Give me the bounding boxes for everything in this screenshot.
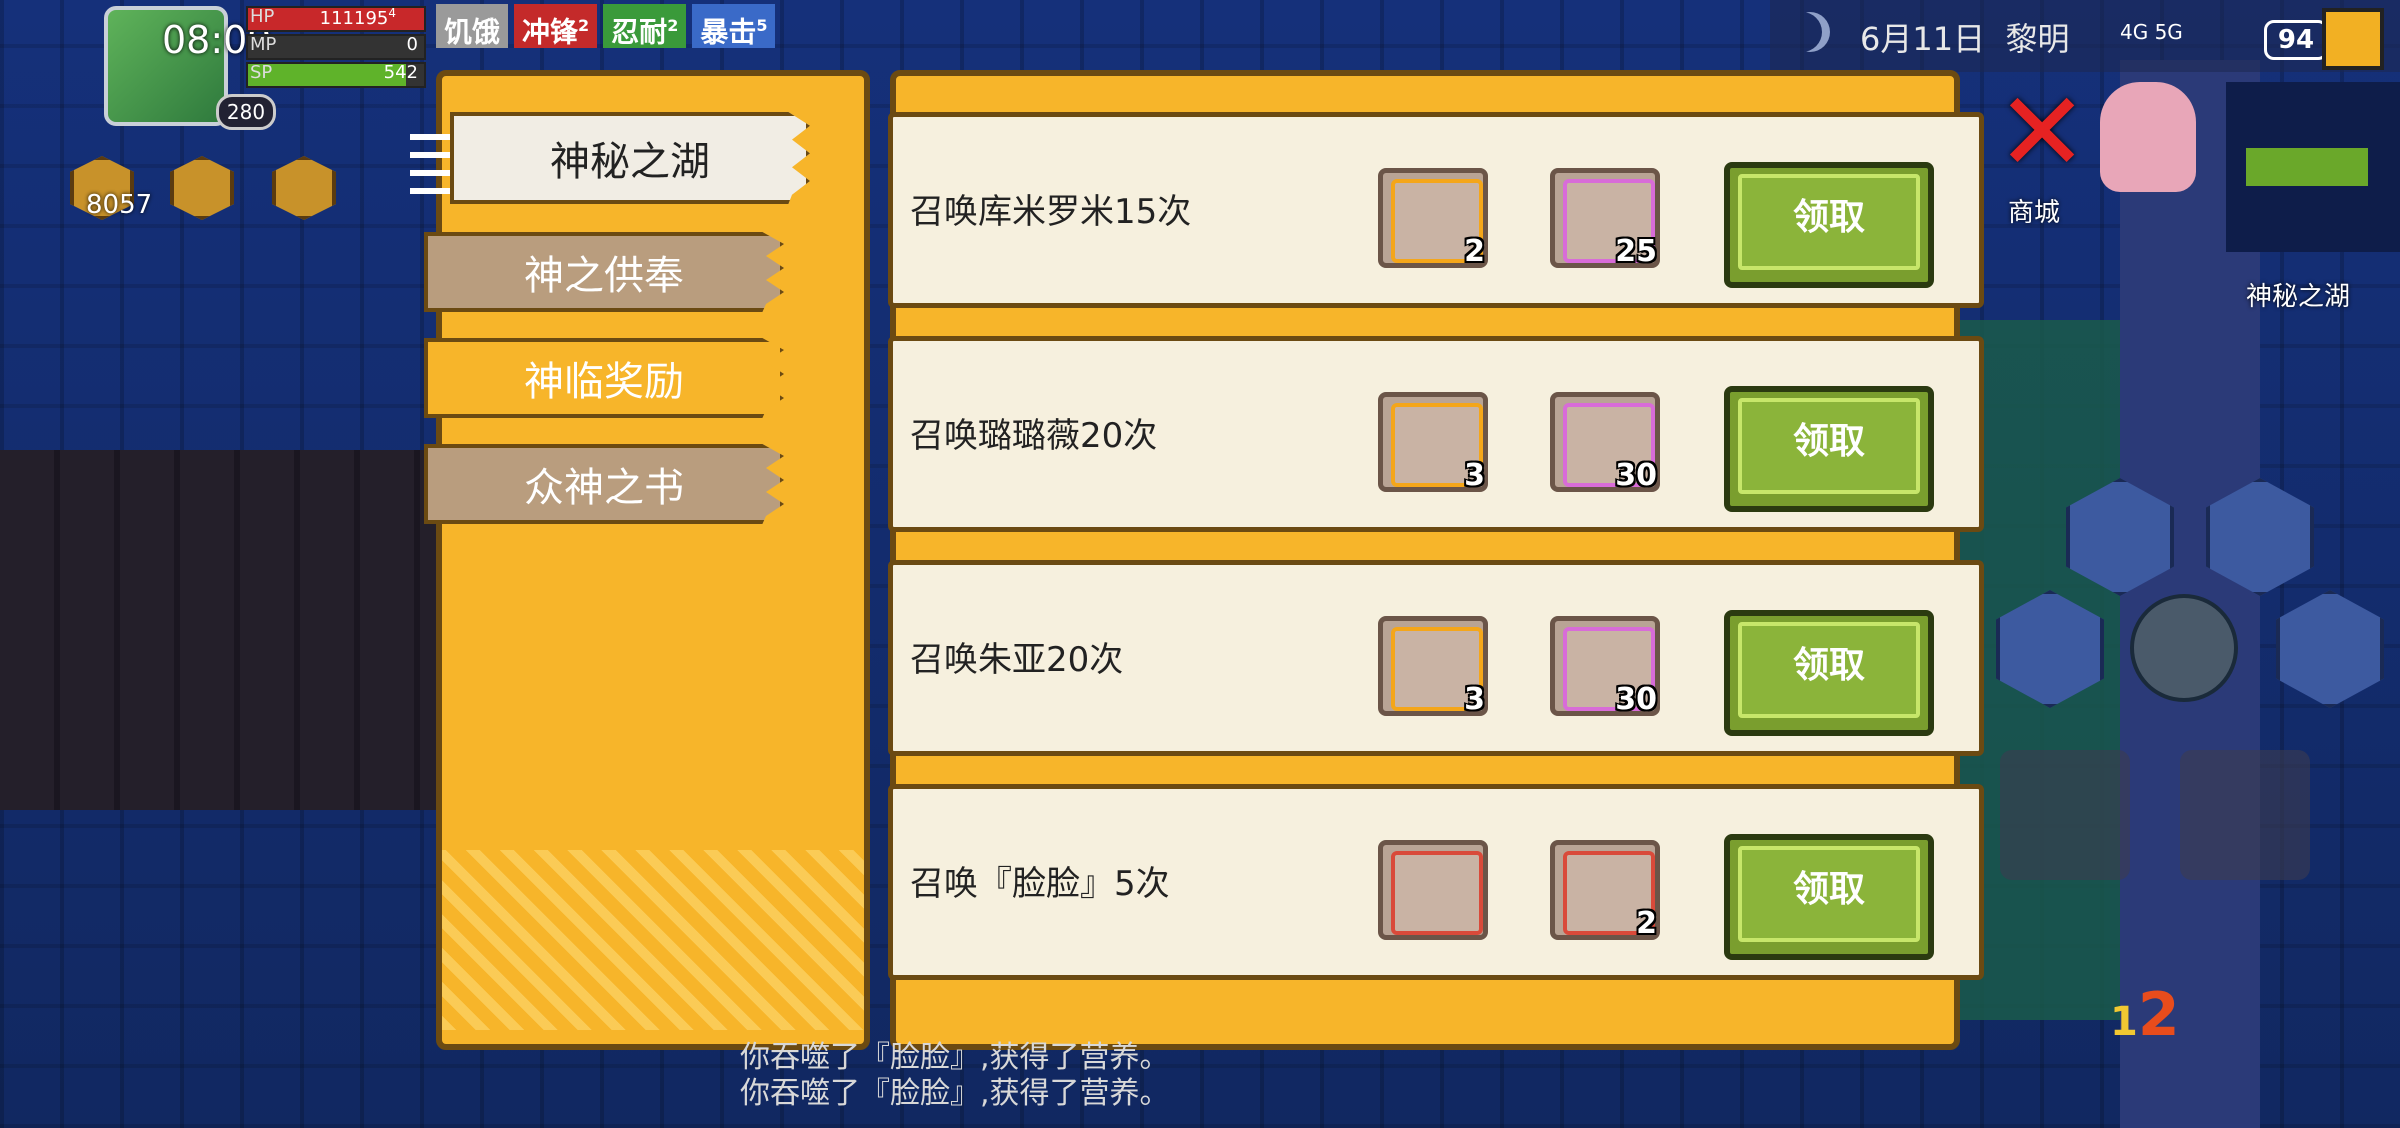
claim-button-label: 领取 [1738,846,1920,942]
reward-slot[interactable]: 2 [1378,168,1488,269]
gold-count: 8057 [86,190,153,220]
chat-line: 你吞噬了『脸脸』,获得了营养。 [740,1076,1170,1111]
reward-count: 25 [1615,234,1657,269]
buff-critical[interactable]: 暴击5 [692,4,776,49]
reward-count: 2 [1464,234,1485,269]
buff-endurance-label: 忍耐 [611,15,668,49]
buff-list: 饥饿 冲锋2 忍耐2 暴击5 [436,4,776,49]
claim-button[interactable]: 领取 [1724,386,1934,512]
task-label: 召唤璐璐薇20次 [910,416,1158,456]
exit-icon[interactable] [2322,8,2384,70]
sp-value: 542 [383,62,418,83]
tab-divine-reward[interactable]: 神临奖励 [424,338,784,418]
claim-button[interactable]: 领取 [1724,162,1934,288]
tab-book-of-gods[interactable]: 众神之书 [424,444,784,524]
chat-line: 你吞噬了『脸脸』,获得了营养。 [740,1040,1170,1075]
reward-count: 3 [1464,682,1485,717]
buff-charge-stack: 2 [578,16,590,35]
shop-label[interactable]: 商城 [2008,192,2060,229]
task-label: 召唤朱亚20次 [910,640,1124,680]
tab-mysterious-lake[interactable]: 神秘之湖 [450,112,810,204]
chat-log: 你吞噬了『脸脸』,获得了营养。 你吞噬了『脸脸』,获得了营养。 [740,1040,1170,1112]
mp-value: 0 [406,34,418,55]
hp-value-text: 111195 [319,8,389,29]
buff-critical-stack: 5 [756,16,768,35]
network-signal-icon: 4G 5G [2120,20,2183,44]
reward-slot[interactable]: 30 [1550,616,1660,717]
reward-slot[interactable]: 3 [1378,616,1488,717]
hp-value-sup: 4 [388,6,396,20]
reward-count: 30 [1615,458,1657,493]
buff-endurance[interactable]: 忍耐2 [603,4,687,49]
binder-rings [410,124,450,194]
buff-hunger[interactable]: 饥饿 [436,4,509,49]
reward-count: 2 [1636,906,1657,941]
reward-slot[interactable]: 30 [1550,392,1660,493]
buff-charge-label: 冲锋 [522,15,579,49]
reward-slot[interactable] [1378,840,1488,940]
buff-endurance-stack: 2 [667,16,679,35]
buff-charge[interactable]: 冲锋2 [514,4,598,49]
time-of-day-text: 黎明 [2005,20,2070,58]
panel-pattern [442,850,864,1030]
date-time: 6月11日 黎明 [1860,14,2069,60]
reward-slot[interactable]: 25 [1550,168,1660,269]
claim-button[interactable]: 领取 [1724,610,1934,736]
date-text: 6月11日 [1860,20,1986,58]
battery-indicator: 94 [2264,20,2328,60]
reward-count: 30 [1615,682,1657,717]
counter-digit-2: 2 [2137,980,2180,1050]
hp-value: 1111954 [196,6,396,29]
reward-count: 3 [1464,458,1485,493]
tab-divine-offering[interactable]: 神之供奉 [424,232,784,312]
moon-icon [1790,12,1830,52]
mascot-avatar[interactable] [2100,82,2196,192]
claim-button-label: 领取 [1738,398,1920,494]
claim-button-label: 领取 [1738,174,1920,270]
minimap-location-label: 神秘之湖 [2246,282,2351,312]
buff-critical-label: 暴击 [700,15,757,49]
counter-digit-1: 1 [2110,999,2138,1045]
wooden-dock [0,450,440,810]
claim-button-label: 领取 [1738,622,1920,718]
close-icon[interactable]: ✕ [1996,77,2088,187]
task-label: 召唤『脸脸』5次 [910,864,1170,904]
star-skill-icon[interactable] [2130,594,2238,702]
sword-weapon-icon[interactable] [2000,750,2130,880]
player-level-badge: 280 [216,94,276,130]
reward-slot[interactable]: 2 [1550,840,1660,941]
potion-icon [1391,851,1483,935]
bow-weapon-icon[interactable] [2180,750,2310,880]
task-label: 召唤库米罗米15次 [910,192,1192,232]
minimap-area [2246,148,2368,186]
buff-hunger-label: 饥饿 [444,15,501,49]
reward-slot[interactable]: 3 [1378,392,1488,493]
claim-button[interactable]: 领取 [1724,834,1934,960]
floor-counter: 12 [2110,980,2180,1050]
